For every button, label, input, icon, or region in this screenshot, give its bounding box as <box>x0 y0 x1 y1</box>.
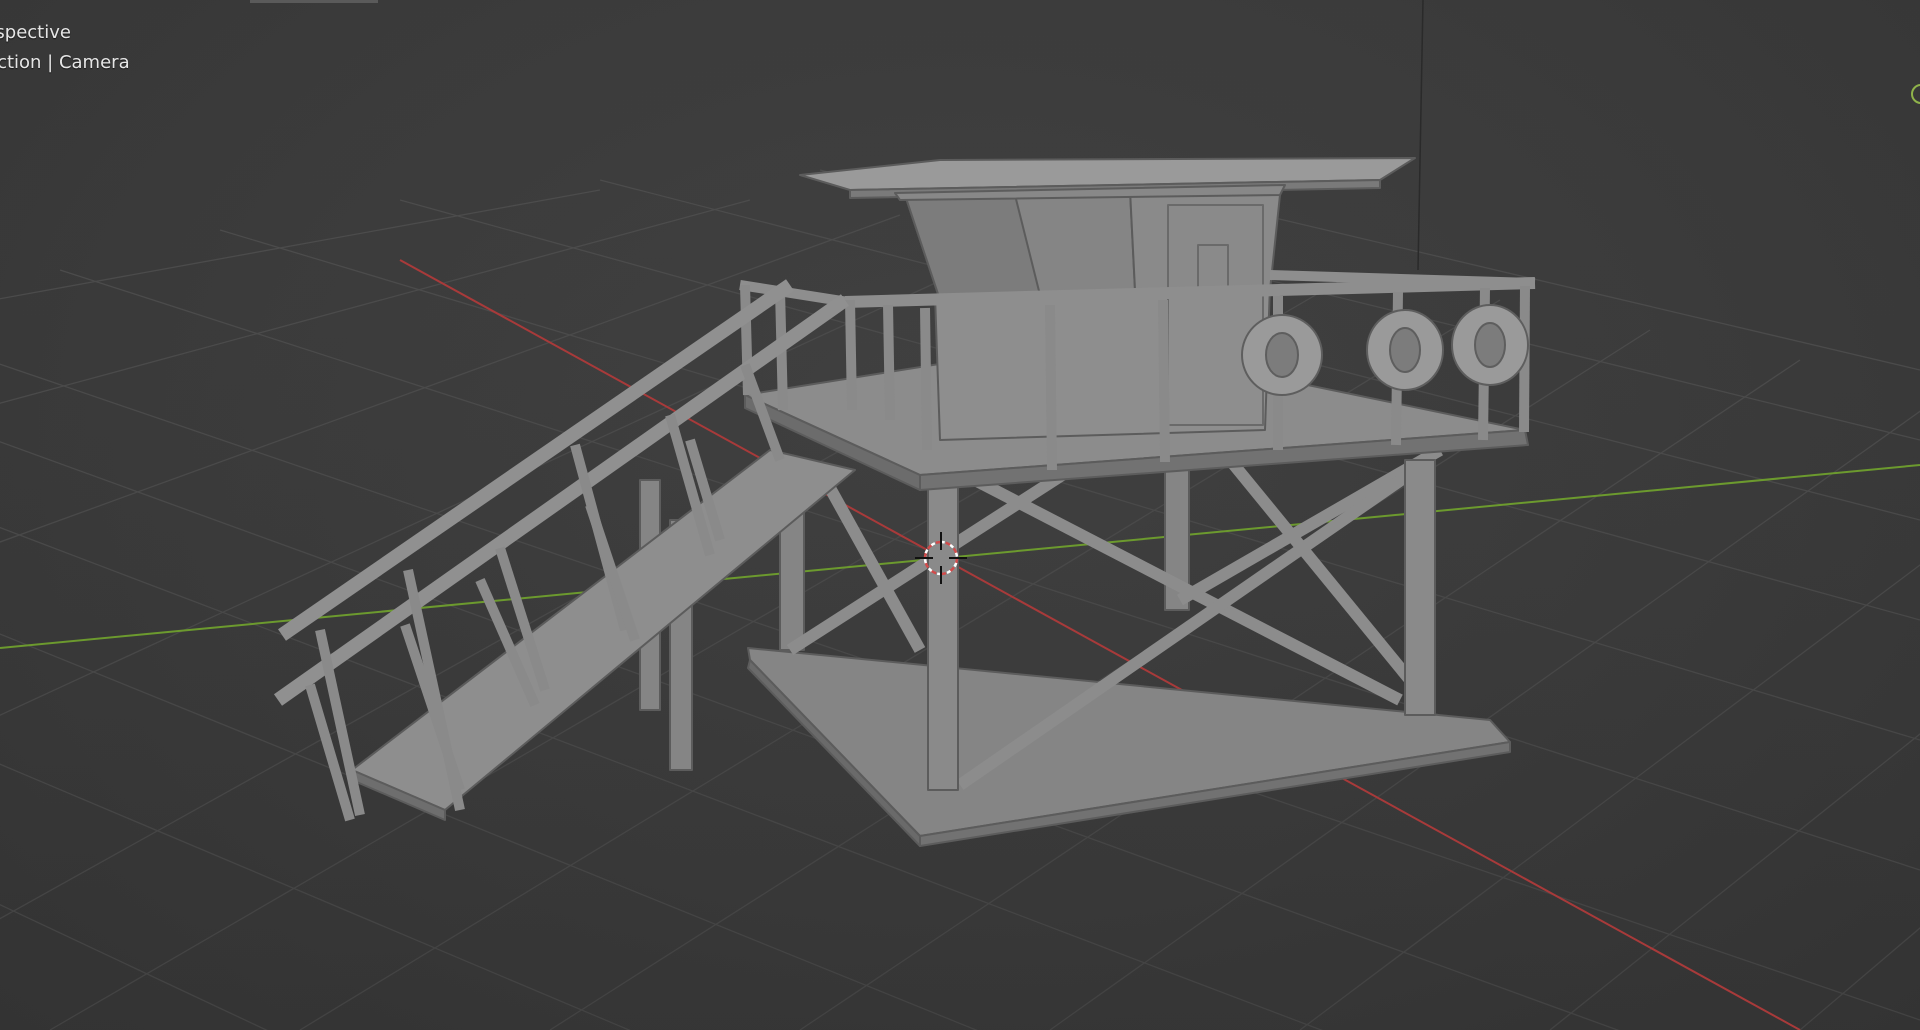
life-ring-3 <box>1451 304 1529 386</box>
3d-viewport[interactable]: rspective ection | Camera <box>0 0 1920 1030</box>
life-ring-2 <box>1366 309 1444 391</box>
leg-front-left <box>927 479 959 791</box>
view-context-label: ection | Camera <box>0 52 130 73</box>
cabin-body <box>934 284 1271 441</box>
scene-canvas[interactable] <box>0 0 1920 1030</box>
leg-front-right <box>1404 459 1436 716</box>
view-mode-label: rspective <box>0 22 71 43</box>
life-ring-1 <box>1241 314 1323 396</box>
